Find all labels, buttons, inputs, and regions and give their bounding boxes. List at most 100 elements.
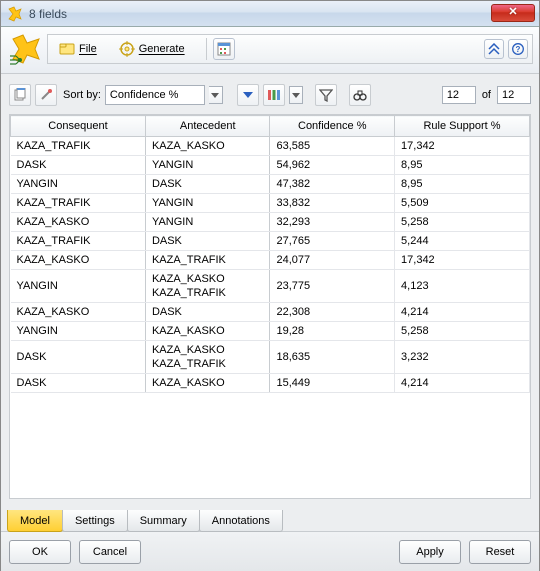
sort-select-arrow[interactable] xyxy=(209,86,223,104)
rules-table: Consequent Antecedent Confidence % Rule … xyxy=(10,115,530,393)
table-row[interactable]: DASKYANGIN54,9628,95 xyxy=(11,156,530,175)
cell-support: 5,258 xyxy=(395,322,530,341)
table-row[interactable]: KAZA_KASKOYANGIN32,2935,258 xyxy=(11,213,530,232)
cell-confidence: 22,308 xyxy=(270,303,395,322)
content: Sort by: Confidence % of xyxy=(1,74,539,503)
table-header-row: Consequent Antecedent Confidence % Rule … xyxy=(11,116,530,137)
svg-text:?: ? xyxy=(516,45,521,54)
toolbar: File Generate ? xyxy=(1,27,539,74)
table-row[interactable]: DASKKAZA_KASKO15,4494,214 xyxy=(11,374,530,393)
close-button[interactable]: ✕ xyxy=(491,4,535,22)
cell-confidence: 54,962 xyxy=(270,156,395,175)
copy-icon xyxy=(12,87,28,103)
col-antecedent[interactable]: Antecedent xyxy=(145,116,270,137)
col-confidence[interactable]: Confidence % xyxy=(270,116,395,137)
col-support[interactable]: Rule Support % xyxy=(395,116,530,137)
page-current-input[interactable] xyxy=(442,86,476,104)
cell-antecedent: KAZA_KASKO xyxy=(145,137,270,156)
cell-support: 17,342 xyxy=(395,251,530,270)
cell-consequent: KAZA_KASKO xyxy=(11,303,146,322)
table-row[interactable]: KAZA_KASKODASK22,3084,214 xyxy=(11,303,530,322)
tabbar: Model Settings Summary Annotations xyxy=(1,503,539,531)
file-icon xyxy=(59,41,75,57)
generate-menu[interactable]: Generate xyxy=(112,38,192,60)
binoculars-icon xyxy=(352,87,368,103)
footer: OK Cancel Apply Reset xyxy=(1,531,539,571)
cell-antecedent: KAZA_TRAFIK xyxy=(145,251,270,270)
cell-antecedent: YANGIN xyxy=(145,194,270,213)
reset-button[interactable]: Reset xyxy=(469,540,531,564)
model-nugget-icon xyxy=(7,31,43,67)
sort-direction-button[interactable] xyxy=(237,84,259,106)
cell-antecedent: KAZA_KASKO KAZA_TRAFIK xyxy=(145,341,270,374)
wand-icon xyxy=(38,87,54,103)
cell-confidence: 19,28 xyxy=(270,322,395,341)
generate-icon xyxy=(119,41,135,57)
chevron-down-icon xyxy=(292,93,300,98)
cell-confidence: 63,585 xyxy=(270,137,395,156)
rules-table-wrap: Consequent Antecedent Confidence % Rule … xyxy=(9,114,531,499)
cell-support: 8,95 xyxy=(395,156,530,175)
cell-antecedent: KAZA_KASKO xyxy=(145,322,270,341)
cell-antecedent: KAZA_KASKO xyxy=(145,374,270,393)
filter-button[interactable] xyxy=(315,84,337,106)
cell-consequent: KAZA_KASKO xyxy=(11,251,146,270)
cell-support: 3,232 xyxy=(395,341,530,374)
cell-confidence: 23,775 xyxy=(270,270,395,303)
cell-confidence: 33,832 xyxy=(270,194,395,213)
columns-arrow[interactable] xyxy=(289,86,303,104)
of-label: of xyxy=(482,89,491,101)
cell-support: 5,509 xyxy=(395,194,530,213)
cell-confidence: 32,293 xyxy=(270,213,395,232)
expand-icon xyxy=(486,41,502,57)
file-label: File xyxy=(79,43,97,55)
table-row[interactable]: KAZA_KASKOKAZA_TRAFIK24,07717,342 xyxy=(11,251,530,270)
cancel-button[interactable]: Cancel xyxy=(79,540,141,564)
apply-button[interactable]: Apply xyxy=(399,540,461,564)
tab-model[interactable]: Model xyxy=(7,510,63,532)
copy-button[interactable] xyxy=(9,84,31,106)
titlebar: 8 fields ✕ xyxy=(1,1,539,27)
page-total-input[interactable] xyxy=(497,86,531,104)
cell-antecedent: YANGIN xyxy=(145,213,270,232)
cell-consequent: YANGIN xyxy=(11,270,146,303)
sort-label: Sort by: xyxy=(63,89,101,101)
table-row[interactable]: YANGINKAZA_KASKO19,285,258 xyxy=(11,322,530,341)
table-row[interactable]: YANGINDASK47,3828,95 xyxy=(11,175,530,194)
cell-consequent: KAZA_KASKO xyxy=(11,213,146,232)
select-node-button[interactable] xyxy=(35,84,57,106)
find-button[interactable] xyxy=(349,84,371,106)
col-consequent[interactable]: Consequent xyxy=(11,116,146,137)
cell-support: 4,214 xyxy=(395,303,530,322)
ok-button[interactable]: OK xyxy=(9,540,71,564)
cell-consequent: KAZA_TRAFIK xyxy=(11,137,146,156)
cell-consequent: KAZA_TRAFIK xyxy=(11,232,146,251)
table-row[interactable]: DASKKAZA_KASKO KAZA_TRAFIK18,6353,232 xyxy=(11,341,530,374)
sort-select[interactable]: Confidence % xyxy=(105,85,205,105)
toolbar-strip: File Generate ? xyxy=(47,34,533,64)
expand-button[interactable] xyxy=(484,39,504,59)
cell-confidence: 18,635 xyxy=(270,341,395,374)
tab-settings[interactable]: Settings xyxy=(62,510,128,532)
table-row[interactable]: KAZA_TRAFIKKAZA_KASKO63,58517,342 xyxy=(11,137,530,156)
file-menu[interactable]: File xyxy=(52,38,104,60)
sort-desc-icon xyxy=(243,92,253,98)
tab-summary[interactable]: Summary xyxy=(127,510,200,532)
nugget-icon xyxy=(7,6,23,22)
columns-icon xyxy=(266,87,282,103)
sort-bar: Sort by: Confidence % of xyxy=(9,82,531,108)
table-row[interactable]: KAZA_TRAFIKYANGIN33,8325,509 xyxy=(11,194,530,213)
cell-antecedent: YANGIN xyxy=(145,156,270,175)
preview-button[interactable] xyxy=(213,38,235,60)
cell-support: 4,123 xyxy=(395,270,530,303)
chevron-down-icon xyxy=(211,93,219,98)
help-button[interactable]: ? xyxy=(508,39,528,59)
columns-button[interactable] xyxy=(263,84,285,106)
cell-support: 5,258 xyxy=(395,213,530,232)
cell-consequent: YANGIN xyxy=(11,322,146,341)
sort-value: Confidence % xyxy=(110,89,179,101)
table-row[interactable]: KAZA_TRAFIKDASK27,7655,244 xyxy=(11,232,530,251)
window-title: 8 fields xyxy=(29,7,67,21)
tab-annotations[interactable]: Annotations xyxy=(199,510,283,532)
table-row[interactable]: YANGINKAZA_KASKO KAZA_TRAFIK23,7754,123 xyxy=(11,270,530,303)
